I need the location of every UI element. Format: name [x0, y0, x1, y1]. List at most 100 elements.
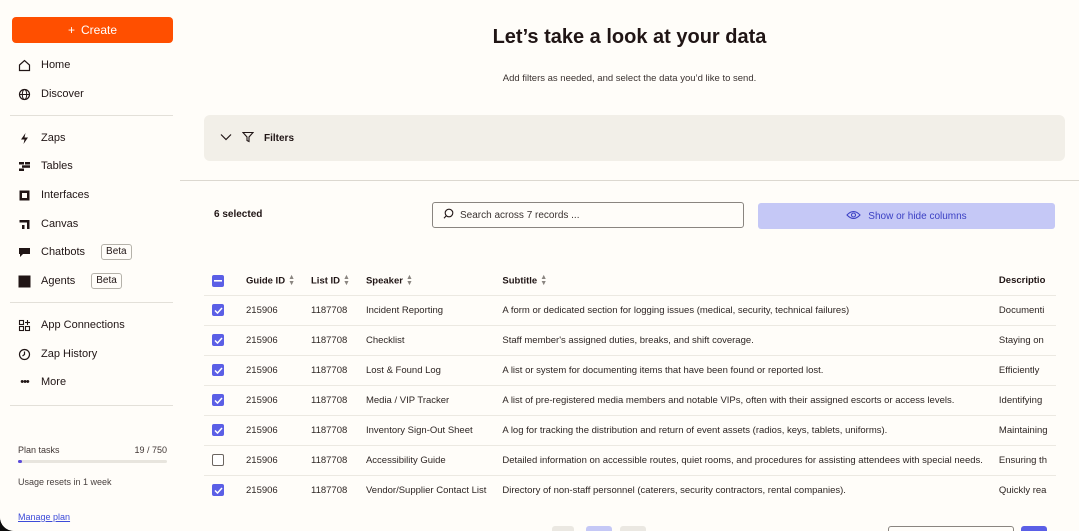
cell-list-id: 1187708 — [303, 294, 358, 325]
cell-guide-id: 215906 — [238, 324, 303, 355]
row-select-cell — [204, 354, 238, 385]
row-select-cell — [204, 324, 238, 355]
sidebar-divider — [10, 115, 173, 116]
row-checkbox[interactable] — [212, 484, 224, 497]
sidebar-item-canvas[interactable]: Canvas — [18, 214, 78, 234]
table-header-row: Guide ID ▲ ▼ List ID ▲ ▼ Speaker ▲ ▼ Subtitle ▲… — [204, 267, 1056, 295]
table-row[interactable]: 215906 1187708 Incident Reporting A form or… — [204, 294, 1056, 325]
sort-icon[interactable]: ▲ ▼ — [406, 274, 413, 287]
sidebar-item-tables[interactable]: Tables — [18, 156, 73, 176]
column-header-guide-id[interactable]: Guide ID ▲ ▼ — [238, 267, 303, 295]
page-title: Let’s take a look at your data — [492, 26, 767, 48]
sidebar-item-label: Tables — [41, 160, 73, 172]
filter-icon — [241, 131, 255, 146]
create-button[interactable]: + Create — [12, 17, 173, 43]
row-checkbox[interactable] — [212, 334, 224, 346]
row-checkbox[interactable] — [212, 424, 224, 436]
column-header-speaker[interactable]: Speaker ▲ ▼ — [358, 267, 494, 295]
filters-panel[interactable]: Filters — [204, 115, 1065, 161]
sidebar-item-zaps[interactable]: Zaps — [18, 128, 65, 148]
cell-guide-id: 215906 — [238, 474, 303, 505]
table-row[interactable]: 215906 1187708 Inventory Sign-Out Sheet A l… — [204, 414, 1056, 445]
sort-icon[interactable]: ▲ ▼ — [343, 274, 350, 287]
sidebar-item-more[interactable]: ••• More — [18, 372, 66, 392]
chevron-down-icon[interactable] — [220, 133, 232, 144]
interfaces-icon — [18, 189, 31, 202]
table-row[interactable]: 215906 1187708 Accessibility Guide Detailed… — [204, 444, 1056, 475]
page-size-select[interactable] — [888, 526, 1014, 531]
table-row[interactable]: 215906 1187708 Checklist Staff member's ass… — [204, 324, 1056, 355]
plan-tasks-label: Plan tasks — [18, 445, 60, 455]
sidebar-item-label: Canvas — [41, 218, 79, 230]
cell-description: Maintaining — [990, 414, 1056, 445]
lightning-icon — [18, 132, 31, 145]
usage-reset-text: Usage resets in 1 week — [18, 477, 112, 487]
column-header-list-id[interactable]: List ID ▲ ▼ — [303, 267, 358, 295]
cell-subtitle: Detailed information on accessible route… — [494, 444, 991, 475]
sidebar-item-home[interactable]: Home — [18, 55, 70, 75]
column-header-label: Guide ID — [246, 275, 286, 287]
selected-count: 6 selected — [214, 209, 263, 220]
row-select-cell — [204, 294, 238, 325]
plus-icon: + — [67, 23, 75, 37]
row-select-cell — [204, 474, 238, 505]
cell-guide-id: 215906 — [238, 444, 303, 475]
cell-list-id: 1187708 — [303, 384, 358, 415]
sidebar-item-label: More — [41, 376, 67, 388]
cell-subtitle: A log for tracking the distribution and … — [494, 414, 991, 445]
cell-subtitle: A form or dedicated section for logging … — [494, 294, 991, 325]
manage-plan-link[interactable]: Manage plan — [18, 512, 70, 522]
eye-icon — [846, 210, 862, 223]
continue-button[interactable] — [1021, 526, 1047, 531]
sidebar-item-label: App Connections — [41, 319, 125, 331]
home-icon — [18, 59, 31, 72]
table-row[interactable]: 215906 1187708 Media / VIP Tracker A list o… — [204, 384, 1056, 415]
app-window: + Create Home Discover Zaps Tables Inter… — [0, 0, 1079, 531]
beta-badge: Beta — [91, 273, 122, 289]
cell-description: Quickly rea — [990, 474, 1056, 505]
agents-icon — [18, 275, 31, 288]
more-icon: ••• — [20, 376, 30, 388]
cell-description: Ensuring th — [990, 444, 1056, 475]
cell-subtitle: A list of pre-registered media members a… — [494, 384, 991, 415]
row-checkbox[interactable] — [212, 454, 224, 466]
show-hide-columns-button[interactable]: Show or hide columns — [758, 203, 1055, 229]
cell-description: Identifying — [990, 384, 1056, 415]
sidebar-item-zap-history[interactable]: Zap History — [18, 344, 97, 364]
row-checkbox[interactable] — [212, 304, 224, 316]
select-all-checkbox[interactable] — [212, 274, 224, 287]
cell-subtitle: Directory of non-staff personnel (catere… — [494, 474, 991, 505]
row-checkbox[interactable] — [212, 364, 224, 376]
row-checkbox[interactable] — [212, 394, 224, 406]
table-body: 215906 1187708 Incident Reporting A form or… — [204, 294, 1056, 505]
sort-icon[interactable]: ▲ ▼ — [288, 274, 295, 287]
globe-icon — [18, 88, 31, 101]
pagination-next-button[interactable] — [620, 526, 646, 531]
sidebar-item-interfaces[interactable]: Interfaces — [18, 185, 89, 205]
pagination-current-page[interactable] — [586, 526, 612, 531]
sidebar-item-agents[interactable]: Agents Beta — [18, 271, 122, 291]
cell-speaker: Accessibility Guide — [357, 444, 495, 475]
canvas-icon — [18, 218, 31, 231]
sidebar-item-label: Home — [41, 59, 71, 71]
cell-guide-id: 215906 — [238, 354, 303, 385]
header-select-all-cell — [204, 267, 238, 295]
history-icon — [18, 348, 31, 361]
column-header-subtitle[interactable]: Subtitle ▲ ▼ — [494, 267, 991, 295]
cell-speaker: Incident Reporting — [357, 294, 495, 325]
search-icon — [443, 208, 454, 222]
table-row[interactable]: 215906 1187708 Lost & Found Log A list or s… — [204, 354, 1056, 385]
cell-description: Documenti — [990, 294, 1056, 325]
column-header-description[interactable]: Descriptio — [991, 267, 1056, 295]
sidebar-item-discover[interactable]: Discover — [18, 84, 84, 104]
page-subtitle: Add filters as needed, and select the da… — [502, 73, 757, 84]
cell-list-id: 1187708 — [303, 414, 358, 445]
sort-icon[interactable]: ▲ ▼ — [540, 274, 547, 287]
search-input[interactable]: Search across 7 records ... — [432, 202, 744, 228]
table-row[interactable]: 215906 1187708 Vendor/Supplier Contact Lis… — [204, 474, 1056, 505]
cell-speaker: Media / VIP Tracker — [357, 384, 495, 415]
sidebar-item-chatbots[interactable]: Chatbots Beta — [18, 242, 132, 262]
pagination-prev-button[interactable] — [552, 526, 574, 531]
sidebar-item-app-connections[interactable]: App Connections — [18, 315, 125, 335]
filters-label: Filters — [264, 132, 295, 144]
